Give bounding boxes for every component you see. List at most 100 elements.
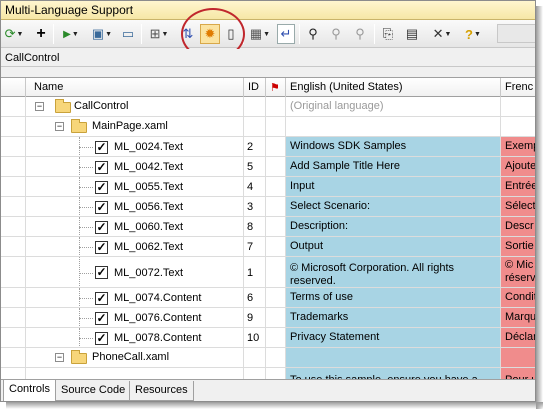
report-button[interactable]: ▤	[403, 24, 421, 44]
find-button[interactable]: ⚲	[304, 24, 322, 44]
refresh-button[interactable]: ⟳ ▼	[4, 24, 24, 44]
id-cell	[244, 348, 266, 367]
title-bar: Multi-Language Support	[1, 1, 535, 20]
english-cell[interactable]: Windows SDK Samples	[286, 137, 501, 156]
column-header-id[interactable]: ID	[244, 78, 266, 97]
id-cell: 9	[244, 308, 266, 327]
grid-button[interactable]: ▦ ▼	[248, 24, 272, 44]
english-cell[interactable]: Input	[286, 177, 501, 196]
checkbox[interactable]: ✓	[95, 201, 108, 214]
french-cell[interactable]: Exemp	[501, 137, 535, 156]
french-cell[interactable]: Ajoute	[501, 157, 535, 176]
table-row[interactable]: ✓ ML_0062.Text 7 Output Sortie	[1, 237, 535, 257]
french-cell[interactable]: Sortie	[501, 237, 535, 256]
french-text: Sélect	[505, 200, 536, 212]
name-cell: ✓ ML_0076.Content	[26, 308, 244, 327]
english-cell[interactable]: Privacy Statement	[286, 328, 501, 347]
table-row[interactable]: ✓ ML_0078.Content 10 Privacy Statement D…	[1, 328, 535, 348]
tree-button[interactable]: ⊞ ▼	[147, 24, 171, 44]
checkbox[interactable]: ✓	[95, 312, 108, 325]
enter-icon: ↵	[280, 26, 292, 41]
column-header-english[interactable]: English (United States)	[286, 78, 501, 97]
tab-controls[interactable]: Controls	[3, 380, 56, 401]
french-cell[interactable]	[501, 117, 535, 136]
image-button[interactable]: ▣ ▼	[89, 24, 115, 44]
french-cell[interactable]: Condit	[501, 288, 535, 307]
tree-row-root[interactable]: − CallControl (Original language)	[1, 97, 535, 117]
name-cell	[26, 368, 244, 379]
table-row[interactable]: ✓ ML_0076.Content 9 Trademarks Marqu	[1, 308, 536, 328]
id-cell	[244, 97, 266, 116]
english-cell[interactable]: Description:	[286, 217, 501, 236]
french-cell[interactable]: © Mic réserv	[501, 257, 535, 287]
flag-cell	[266, 257, 286, 287]
french-text: Marqu	[505, 311, 536, 323]
table-row[interactable]: ✓ ML_0056.Text 3 Select Scenario: Sélect	[1, 197, 536, 217]
table-row[interactable]: ✓ ML_0055.Text 4 Input Entrée	[1, 177, 535, 197]
window-button[interactable]: ▭	[119, 24, 137, 44]
english-cell[interactable]: (Original language)	[286, 97, 501, 116]
tree-line	[79, 257, 80, 287]
english-cell[interactable]: Output	[286, 237, 501, 256]
english-cell[interactable]: Add Sample Title Here	[286, 157, 501, 176]
toolbar-separator	[374, 24, 375, 44]
column-header-flag[interactable]: ⚑	[266, 78, 286, 97]
french-cell[interactable]: Sélect	[501, 197, 536, 216]
tab-resources[interactable]: Resources	[129, 381, 194, 401]
tree-row-page[interactable]: − PhoneCall.xaml	[1, 348, 535, 368]
collapse-icon[interactable]: −	[35, 102, 44, 111]
french-cell[interactable]: Entrée	[501, 177, 535, 196]
english-cell[interactable]: Select Scenario:	[286, 197, 501, 216]
english-cell[interactable]: © Microsoft Corporation. All rights rese…	[286, 257, 501, 287]
table-row[interactable]: ✓ ML_0024.Text 2 Windows SDK Samples Exe…	[1, 137, 535, 157]
column-header-french[interactable]: Frenc	[501, 78, 535, 97]
french-cell[interactable]	[501, 97, 535, 116]
column-header-name[interactable]: Name	[26, 78, 244, 97]
table-row[interactable]: ✓ ML_0060.Text 8 Description: Descr	[1, 217, 535, 237]
id-cell: 1	[244, 257, 266, 287]
english-cell[interactable]	[286, 348, 501, 367]
checkbox[interactable]: ✓	[95, 292, 108, 305]
name-cell: ✓ ML_0042.Text	[26, 157, 244, 176]
add-button[interactable]: +	[33, 24, 49, 44]
checkbox[interactable]: ✓	[95, 332, 108, 345]
collapse-icon[interactable]: −	[55, 353, 64, 362]
checkbox[interactable]: ✓	[95, 266, 108, 279]
table-row[interactable]: ✓ ML_0074.Content 6 Terms of use Condit	[1, 288, 535, 308]
id-cell: 5	[244, 157, 266, 176]
help-button[interactable]: ? ▼	[461, 24, 485, 44]
checkbox[interactable]: ✓	[95, 181, 108, 194]
enter-button[interactable]: ↵	[277, 24, 295, 44]
table-row[interactable]: ✓ ML_0072.Text 1 © Microsoft Corporation…	[1, 257, 535, 288]
toolbar-search-box[interactable]	[497, 24, 535, 43]
tree-row-page[interactable]: − MainPage.xaml	[1, 117, 535, 137]
find-next-button[interactable]: ⚲	[327, 24, 345, 44]
name-cell: ✓ ML_0062.Text	[26, 237, 244, 256]
collapse-icon[interactable]: −	[55, 122, 64, 131]
window-shadow-bottom	[6, 402, 543, 409]
table-row[interactable]: ✓ ML_0042.Text 5 Add Sample Title Here A…	[1, 157, 535, 177]
french-cell[interactable]	[501, 348, 535, 367]
checkbox[interactable]: ✓	[95, 221, 108, 234]
french-cell[interactable]: Pour u	[501, 368, 535, 379]
english-cell[interactable]: To use this sample, ensure you have a	[286, 368, 501, 379]
checkbox[interactable]: ✓	[95, 161, 108, 174]
checkbox[interactable]: ✓	[95, 141, 108, 154]
french-cell[interactable]: Déclar	[501, 328, 535, 347]
french-cell[interactable]: Descr	[501, 217, 535, 236]
tab-source-code[interactable]: Source Code	[55, 381, 132, 401]
table-row[interactable]: To use this sample, ensure you have a Po…	[1, 368, 535, 379]
french-cell[interactable]: Marqu	[501, 308, 536, 327]
tools-button[interactable]: ✕ ▼	[429, 24, 455, 44]
row-gutter	[1, 288, 26, 307]
english-cell[interactable]: Trademarks	[286, 308, 501, 327]
row-gutter	[1, 257, 26, 287]
english-cell[interactable]	[286, 117, 501, 136]
tree-line	[79, 167, 93, 168]
copy-button[interactable]: ⎘	[379, 24, 397, 44]
flag-cell	[266, 97, 286, 116]
checkbox[interactable]: ✓	[95, 241, 108, 254]
english-cell[interactable]: Terms of use	[286, 288, 501, 307]
find-prev-button[interactable]: ⚲	[351, 24, 369, 44]
run-button[interactable]: ▶ ▼	[59, 24, 83, 44]
